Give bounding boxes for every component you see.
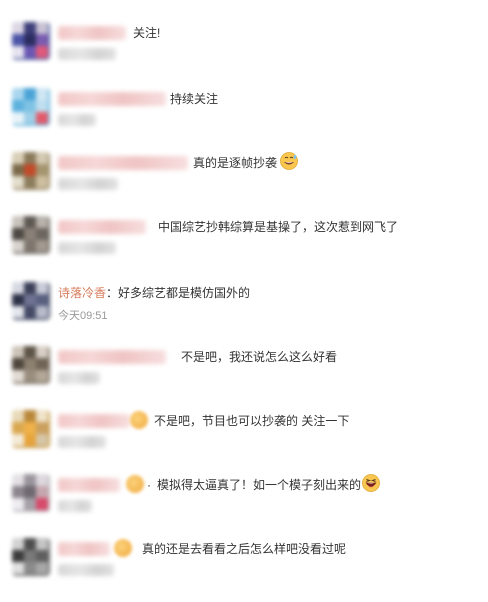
timestamp-blurred (58, 372, 100, 384)
timestamp-blurred (58, 114, 96, 126)
comment-item: 持续关注 (0, 88, 488, 152)
badge-blurred (126, 475, 144, 493)
badge-blurred (130, 411, 148, 429)
laughing-emoji-icon (362, 474, 380, 492)
timestamp-blurred (58, 48, 116, 60)
comment-text: 不是吧，节目也可以抄袭的 关注一下 (154, 414, 350, 428)
comment-text: 模拟得太逼真了！如一个模子刻出来的 (157, 478, 362, 492)
username-blurred[interactable] (58, 414, 130, 428)
username-blurred[interactable] (58, 26, 126, 40)
username-blurred[interactable] (58, 156, 188, 170)
comment-item: · 模拟得太逼真了！如一个模子刻出来的 (0, 474, 488, 538)
comment-text: 真的是逐帧抄袭 (193, 156, 278, 170)
username-blurred[interactable] (58, 542, 110, 556)
username-blurred[interactable] (58, 478, 120, 492)
comment-text: 关注! (133, 26, 161, 40)
comment-item: 真的还是去看看之后怎么样吧没看过呢 (0, 538, 488, 602)
timestamp-blurred (58, 242, 116, 254)
username-link[interactable]: 诗落冷香 (58, 286, 106, 300)
timestamp-blurred (58, 564, 114, 576)
username-blurred[interactable] (58, 350, 166, 364)
comment-item: 不是吧，我还说怎么这么好看 (0, 346, 488, 410)
avatar[interactable] (12, 88, 50, 126)
comment-line: 诗落冷香：好多综艺都是模仿国外的 (58, 285, 250, 301)
avatar[interactable] (12, 216, 50, 254)
timestamp-blurred (58, 500, 92, 512)
comment-item: 中国综艺抄韩综算是基操了，这次惹到网飞了 (0, 216, 488, 280)
comment-text: 中国综艺抄韩综算是基操了，这次惹到网飞了 (158, 220, 399, 234)
comment-text: 不是吧，我还说怎么这么好看 (181, 350, 338, 364)
badge-blurred (114, 539, 132, 557)
comment-item: 不是吧，节目也可以抄袭的 关注一下 (0, 410, 488, 474)
timestamp-blurred (58, 436, 106, 448)
comment-text: 持续关注 (170, 92, 219, 106)
comment-item: 关注! (0, 22, 488, 86)
avatar[interactable] (12, 346, 50, 384)
separator: ： (106, 286, 119, 300)
avatar[interactable] (12, 474, 50, 512)
avatar[interactable] (12, 410, 50, 448)
grinning-sweat-emoji-icon (280, 152, 298, 170)
bullet: · (147, 478, 151, 492)
comment-item: 诗落冷香：好多综艺都是模仿国外的 今天09:51 (0, 282, 488, 346)
avatar[interactable] (12, 152, 50, 190)
avatar[interactable] (12, 538, 50, 576)
timestamp: 今天09:51 (58, 310, 108, 322)
username-blurred[interactable] (58, 220, 146, 234)
comment-item: 真的是逐帧抄袭 (0, 152, 488, 216)
timestamp-blurred (58, 178, 118, 190)
comment-text: 好多综艺都是模仿国外的 (118, 286, 251, 300)
username-blurred[interactable] (58, 92, 166, 106)
avatar[interactable] (12, 22, 50, 60)
avatar[interactable] (12, 282, 50, 320)
comment-text: 真的还是去看看之后怎么样吧没看过呢 (142, 542, 347, 556)
